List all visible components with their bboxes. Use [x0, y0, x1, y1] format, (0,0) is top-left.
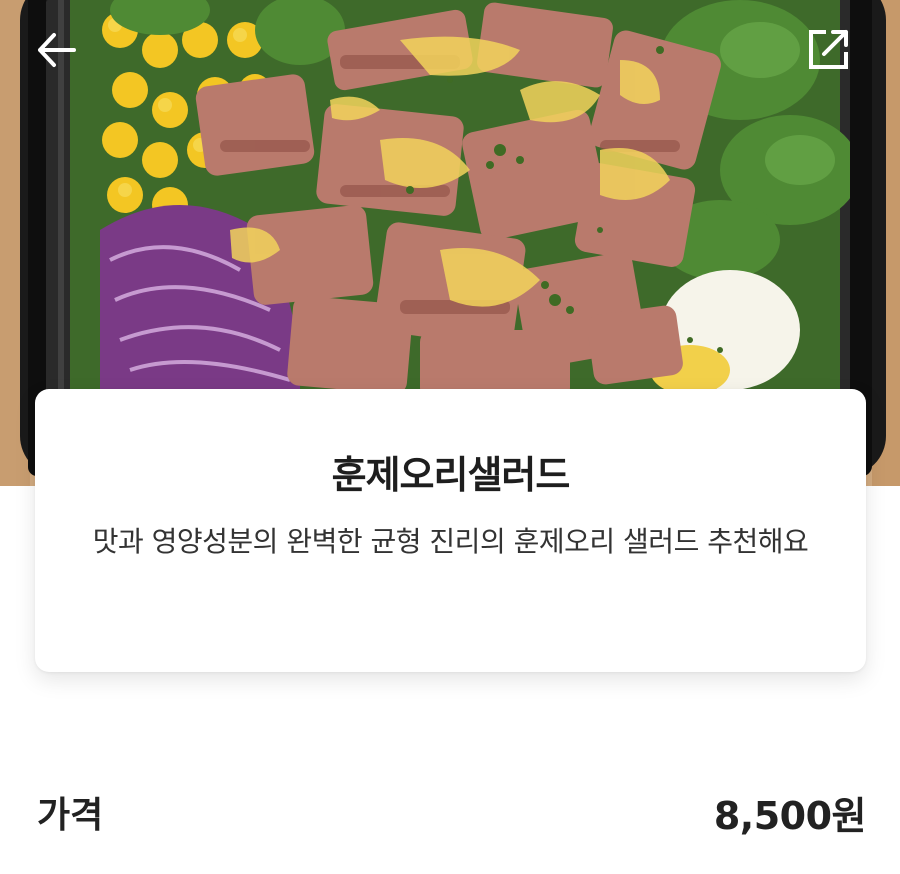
price-value: 8,500원 [713, 793, 867, 838]
price-row: 가격 8,500원 [37, 784, 867, 840]
share-button[interactable] [806, 26, 862, 82]
menu-title: 훈제오리샐러드 [331, 453, 571, 497]
menu-description: 맛과 영양성분의 완벽한 균형 진리의 훈제오리 샐러드 추천해요 [92, 525, 809, 558]
price-label: 가격 [37, 795, 104, 836]
back-button[interactable] [34, 28, 90, 84]
back-arrow-icon [38, 33, 76, 67]
menu-info-card: 훈제오리샐러드 맛과 영양성분의 완벽한 균형 진리의 훈제오리 샐러드 추천해… [35, 389, 866, 672]
share-external-icon [809, 30, 848, 69]
